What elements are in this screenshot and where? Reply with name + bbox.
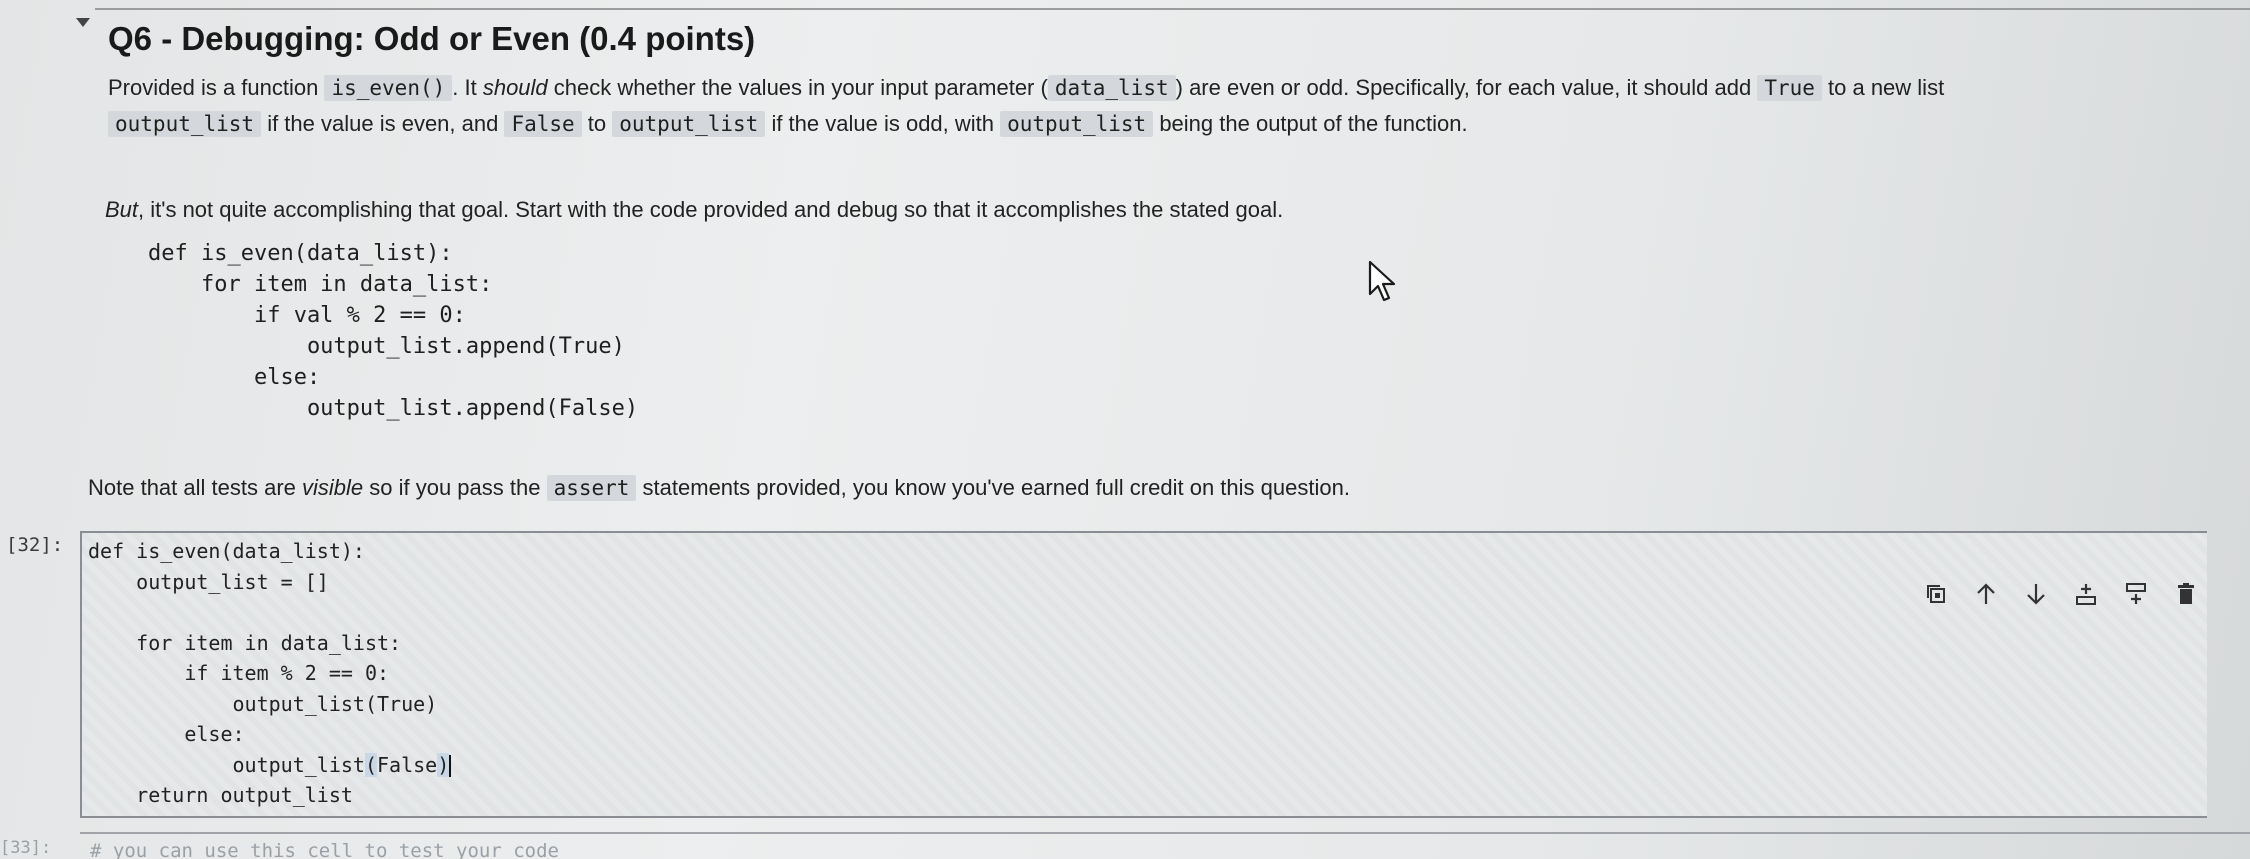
code-line: return output_list: [88, 783, 353, 807]
mouse-pointer-icon: [1368, 260, 1396, 302]
cell-toolbar: [1922, 580, 2200, 608]
execution-count: [32]:: [6, 534, 64, 556]
text-cursor: [449, 755, 452, 777]
code-line: output_list(True): [88, 691, 438, 716]
inline-code: assert: [546, 475, 637, 501]
intro-line-1: Provided is a function is_even(). It sho…: [108, 75, 1945, 101]
code-line: if item % 2 == 0:: [88, 661, 390, 685]
code-cell-source[interactable]: def is_even(data_list): output_list = []…: [88, 536, 452, 811]
inline-code: output_list: [108, 111, 262, 137]
notebook-page: Q6 - Debugging: Odd or Even (0.4 points)…: [0, 0, 2250, 859]
code-line: output_list = []: [88, 569, 329, 594]
move-down-icon[interactable]: [2022, 580, 2050, 608]
inline-code: True: [1757, 75, 1822, 101]
code-line: else:: [88, 722, 245, 746]
bracket-match-highlight: ): [437, 752, 450, 777]
code-line: for item in data_list:: [88, 630, 402, 655]
code-line: output_list: [88, 752, 365, 777]
bracket-match-highlight: (: [364, 752, 377, 777]
goal-text: But, it's not quite accomplishing that g…: [105, 197, 1284, 222]
next-execution-count: [33]:: [0, 838, 52, 858]
code-line: def is_even(data_list):: [88, 539, 365, 563]
inline-code: output_list: [612, 111, 766, 137]
insert-below-icon[interactable]: [2122, 580, 2150, 608]
inline-code: False: [504, 111, 582, 137]
example-code-block: def is_even(data_list): for item in data…: [148, 241, 639, 421]
next-cell-source[interactable]: # you can use this cell to test your cod…: [90, 840, 559, 859]
question-heading: Q6 - Debugging: Odd or Even (0.4 points): [108, 20, 756, 57]
code-token: False: [377, 752, 438, 777]
inline-code: data_list: [1047, 75, 1176, 101]
inline-code: output_list: [1000, 111, 1154, 137]
delete-icon[interactable]: [2172, 580, 2200, 608]
collapse-heading-icon[interactable]: [76, 18, 90, 27]
inline-code: is_even(): [324, 75, 453, 101]
intro-line-2: output_list if the value is even, and Fa…: [108, 108, 1468, 140]
duplicate-cell-icon[interactable]: [1922, 580, 1950, 608]
note-text: Note that all tests are visible so if yo…: [88, 475, 1350, 501]
cell-top-border: [95, 8, 2250, 10]
move-up-icon[interactable]: [1972, 580, 2000, 608]
insert-above-icon[interactable]: [2072, 580, 2100, 608]
